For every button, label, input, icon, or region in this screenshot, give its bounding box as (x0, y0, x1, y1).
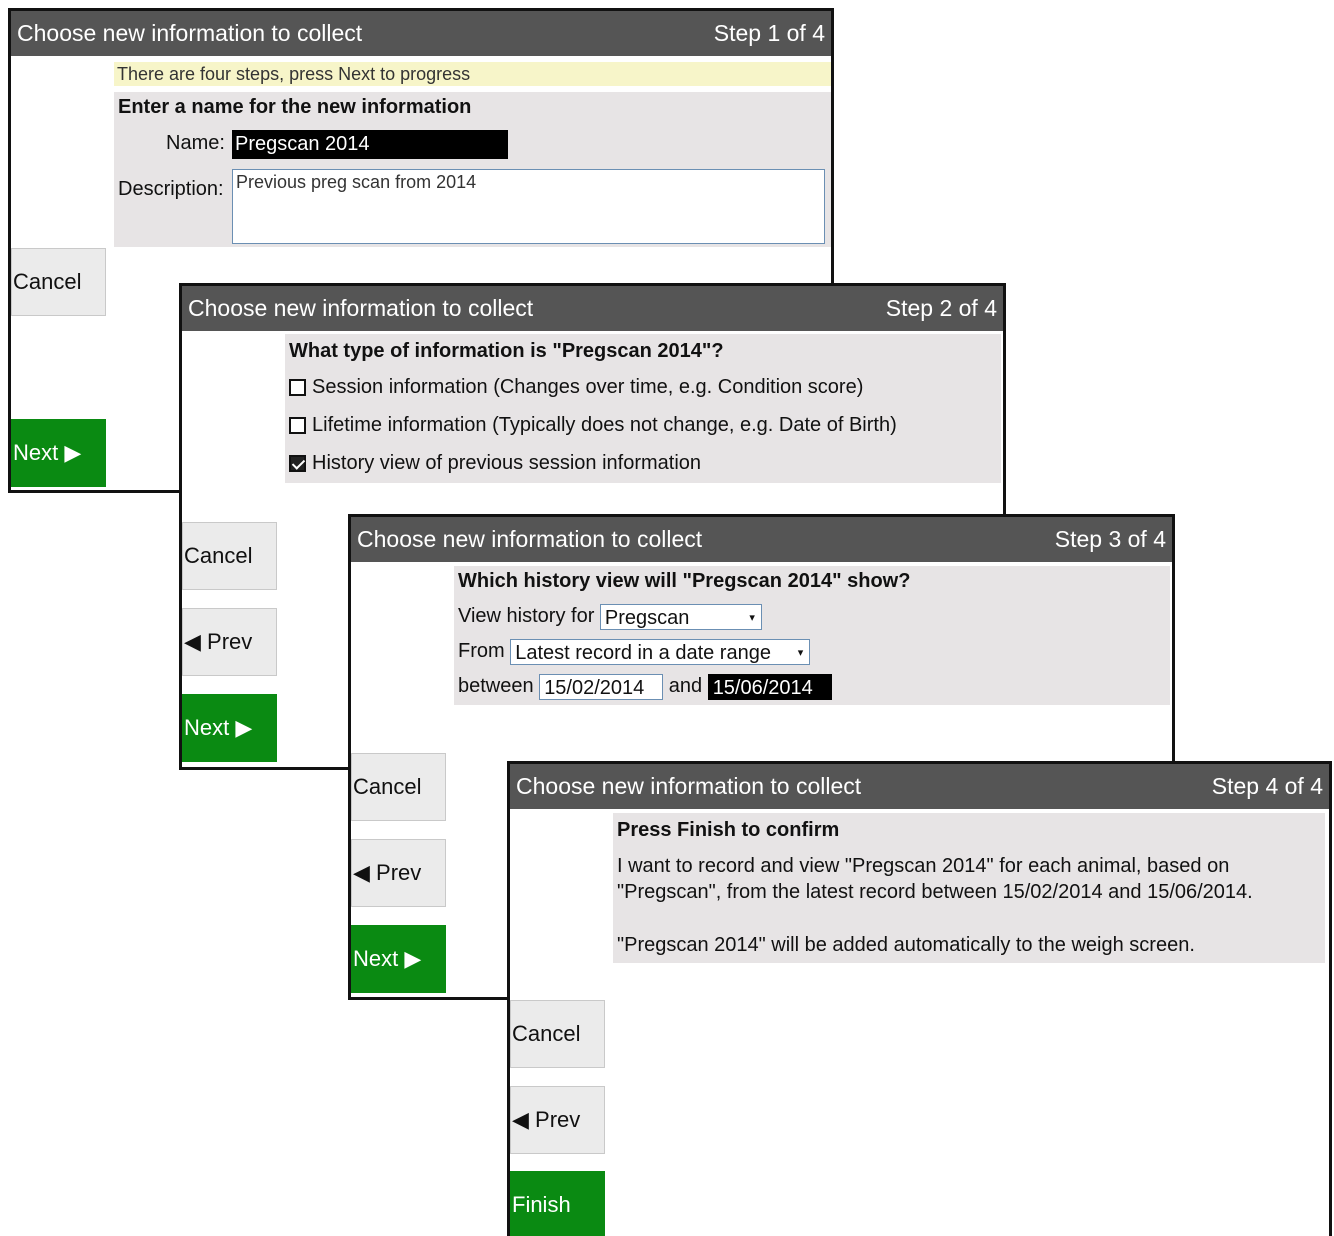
panel-heading: Press Finish to confirm (617, 819, 840, 841)
summary-line-2: "Pregscan", from the latest record betwe… (617, 881, 1253, 903)
name-input[interactable]: Pregscan 2014 (232, 130, 508, 159)
checkbox-icon[interactable] (289, 417, 306, 434)
description-label: Description: (118, 178, 224, 200)
start-date-input[interactable]: 15/02/2014 (539, 673, 664, 700)
option-history-view[interactable]: History view of previous session informa… (289, 448, 701, 478)
option-session-information[interactable]: Session information (Changes over time, … (289, 372, 863, 402)
panel-heading: What type of information is "Pregscan 20… (289, 340, 724, 362)
next-button[interactable]: Next ▶ (351, 925, 446, 993)
dropdown-caret-icon: ▾ (797, 646, 804, 659)
view-history-label: View history for (458, 605, 595, 627)
checked-checkbox-icon[interactable] (289, 455, 306, 472)
cancel-button[interactable]: Cancel (11, 248, 106, 316)
option-label: Lifetime information (Typically does not… (312, 414, 897, 436)
panel-heading: Enter a name for the new information (118, 96, 472, 118)
between-label: between (458, 675, 534, 697)
prev-button[interactable]: ◀ Prev (351, 839, 446, 907)
summary-line-3: "Pregscan 2014" will be added automatica… (617, 934, 1195, 956)
checkbox-icon[interactable] (289, 379, 306, 396)
date-range-row: between 15/02/2014 and 15/06/2014 (458, 670, 832, 702)
description-textarea[interactable]: Previous preg scan from 2014 (232, 169, 825, 244)
option-label: Session information (Changes over time, … (312, 376, 864, 398)
step-indicator: Step 2 of 4 (885, 295, 997, 321)
title-bar: Choose new information to collect Step 1… (11, 11, 831, 56)
prev-button[interactable]: ◀ Prev (510, 1086, 605, 1154)
history-panel: Which history view will "Pregscan 2014" … (454, 566, 1170, 705)
from-value: Latest record in a date range (515, 641, 771, 664)
step-indicator: Step 3 of 4 (1054, 526, 1166, 552)
prev-button[interactable]: ◀ Prev (182, 608, 277, 676)
title-bar: Choose new information to collect Step 2… (182, 286, 1003, 331)
next-button[interactable]: Next ▶ (182, 694, 277, 762)
name-panel: Enter a name for the new information Nam… (114, 92, 831, 247)
from-row: From Latest record in a date range ▾ (458, 635, 811, 667)
type-panel: What type of information is "Pregscan 20… (285, 334, 1001, 483)
panel-heading: Which history view will "Pregscan 2014" … (458, 570, 911, 592)
finish-button[interactable]: Finish (510, 1171, 605, 1236)
view-history-row: View history for Pregscan ▾ (458, 600, 762, 632)
from-select[interactable]: Latest record in a date range ▾ (510, 638, 811, 665)
title-bar: Choose new information to collect Step 4… (510, 764, 1329, 809)
next-button[interactable]: Next ▶ (11, 419, 106, 487)
cancel-button[interactable]: Cancel (351, 753, 446, 821)
title-bar: Choose new information to collect Step 3… (351, 517, 1172, 562)
end-date-input[interactable]: 15/06/2014 (707, 673, 832, 700)
window-title: Choose new information to collect (17, 20, 363, 46)
view-history-select[interactable]: Pregscan ▾ (599, 603, 762, 630)
summary-line-1: I want to record and view "Pregscan 2014… (617, 855, 1230, 877)
window-title: Choose new information to collect (188, 295, 534, 321)
step-indicator: Step 4 of 4 (1211, 773, 1323, 799)
option-label: History view of previous session informa… (312, 452, 702, 474)
option-lifetime-information[interactable]: Lifetime information (Typically does not… (289, 410, 897, 440)
name-label: Name: (166, 132, 225, 154)
hint-banner: There are four steps, press Next to prog… (114, 62, 831, 86)
wizard-window-step4: Choose new information to collect Step 4… (507, 761, 1332, 1236)
confirm-panel: Press Finish to confirm I want to record… (613, 813, 1325, 963)
dropdown-caret-icon: ▾ (749, 611, 755, 624)
cancel-button[interactable]: Cancel (510, 1000, 605, 1068)
and-label: and (668, 675, 703, 697)
cancel-button[interactable]: Cancel (182, 522, 277, 590)
from-label: From (458, 640, 505, 662)
step-indicator: Step 1 of 4 (713, 20, 825, 46)
window-title: Choose new information to collect (357, 526, 703, 552)
view-history-value: Pregscan (604, 606, 690, 629)
window-title: Choose new information to collect (516, 773, 862, 799)
